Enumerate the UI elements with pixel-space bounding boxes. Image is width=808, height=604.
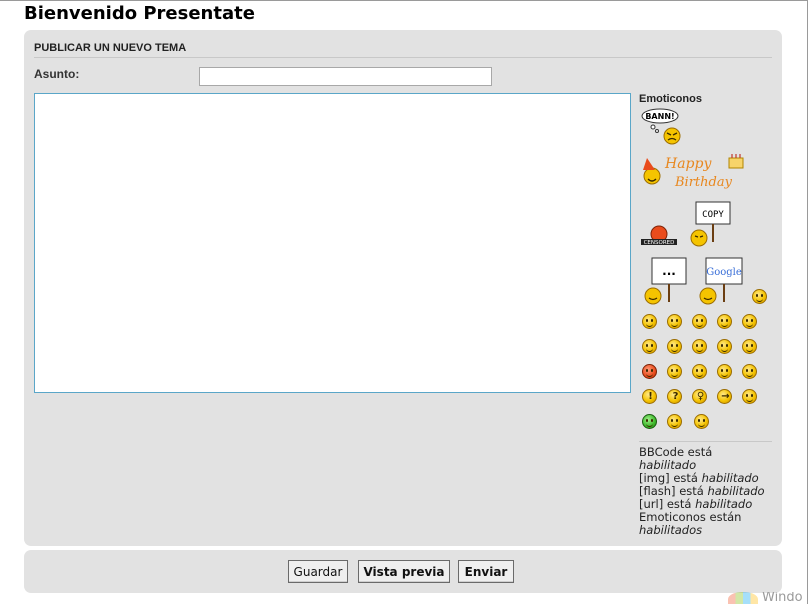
window-top-border	[0, 0, 808, 1]
save-button[interactable]: Guardar	[288, 560, 348, 583]
emoticons-status-label: Emoticonos están	[639, 510, 742, 524]
twisted-evil-icon[interactable]	[717, 364, 732, 379]
laugh-icon[interactable]	[692, 339, 707, 354]
section-divider	[34, 57, 772, 58]
mr-green-icon[interactable]	[642, 414, 657, 429]
post-form-panel: PUBLICAR UN NUEVO TEMA Asunto: Emoticono…	[24, 30, 782, 546]
razz-icon[interactable]	[742, 339, 757, 354]
bbcode-label: BBCode está	[639, 445, 713, 459]
windows-watermark: Windo	[726, 592, 808, 604]
happy-birthday-smiley-icon[interactable]: Happy Birthday	[641, 152, 747, 192]
copy-sign-text: COPY	[702, 210, 724, 220]
smile-icon[interactable]	[642, 314, 657, 329]
windows-logo-icon	[728, 592, 758, 604]
roll-eyes-icon[interactable]	[742, 364, 757, 379]
submit-button[interactable]: Enviar	[458, 560, 514, 583]
subject-input[interactable]	[199, 67, 492, 86]
flash-state: habilitado	[707, 484, 765, 498]
rolling-eyes-icon[interactable]	[742, 314, 757, 329]
geek-icon[interactable]	[667, 414, 682, 429]
page-title: Bienvenido Presentate	[24, 3, 255, 24]
surprised-icon[interactable]	[717, 314, 732, 329]
evil-icon[interactable]	[692, 364, 707, 379]
bann-smiley-icon[interactable]: BANN!	[641, 108, 683, 146]
form-buttons-panel: Guardar Vista previa Enviar	[24, 550, 782, 593]
windows-watermark-text: Windo	[762, 592, 803, 604]
crying-icon[interactable]	[667, 364, 682, 379]
arrow-icon[interactable]: →	[717, 389, 732, 404]
subject-label: Asunto:	[34, 67, 80, 81]
neutral-icon[interactable]	[742, 389, 757, 404]
uber-geek-icon[interactable]	[694, 414, 709, 429]
copy-censored-smiley-icon[interactable]: COPY CENSORED	[641, 198, 741, 250]
mad-icon[interactable]	[717, 339, 732, 354]
bann-text: BANN!	[645, 112, 674, 121]
cool-icon[interactable]	[667, 339, 682, 354]
bbcode-status: BBCode está habilitado [img] está habili…	[639, 446, 779, 537]
img-state: habilitado	[701, 471, 759, 485]
bbcode-state: habilitado	[639, 458, 697, 472]
wink-icon[interactable]	[667, 314, 682, 329]
svg-text:Birthday: Birthday	[674, 175, 733, 190]
img-label: [img] está	[639, 471, 698, 485]
idea-icon[interactable]: ♀	[692, 389, 707, 404]
question-icon[interactable]: ?	[667, 389, 682, 404]
confused-icon[interactable]	[642, 339, 657, 354]
section-title: PUBLICAR UN NUEVO TEMA	[34, 42, 187, 54]
message-textarea[interactable]	[34, 93, 631, 393]
censored-text: CENSORED	[644, 240, 675, 246]
emoticons-state: habilitados	[639, 523, 703, 537]
big-grin-icon[interactable]	[752, 289, 767, 304]
preview-button[interactable]: Vista previa	[358, 560, 450, 583]
exclamation-icon[interactable]: !	[642, 389, 657, 404]
embarrassed-icon[interactable]	[642, 364, 657, 379]
url-label: [url] está	[639, 497, 692, 511]
svg-text:Happy: Happy	[664, 156, 712, 172]
bbcode-divider	[639, 441, 772, 442]
emoticons-title: Emoticonos	[639, 93, 702, 105]
google-sign-text: Google	[706, 267, 742, 278]
sign-smileys-icon[interactable]: ... Google	[641, 254, 751, 306]
flash-label: [flash] está	[639, 484, 704, 498]
dots-sign-text: ...	[662, 264, 676, 278]
url-state: habilitado	[695, 497, 753, 511]
shy-icon[interactable]	[692, 314, 707, 329]
